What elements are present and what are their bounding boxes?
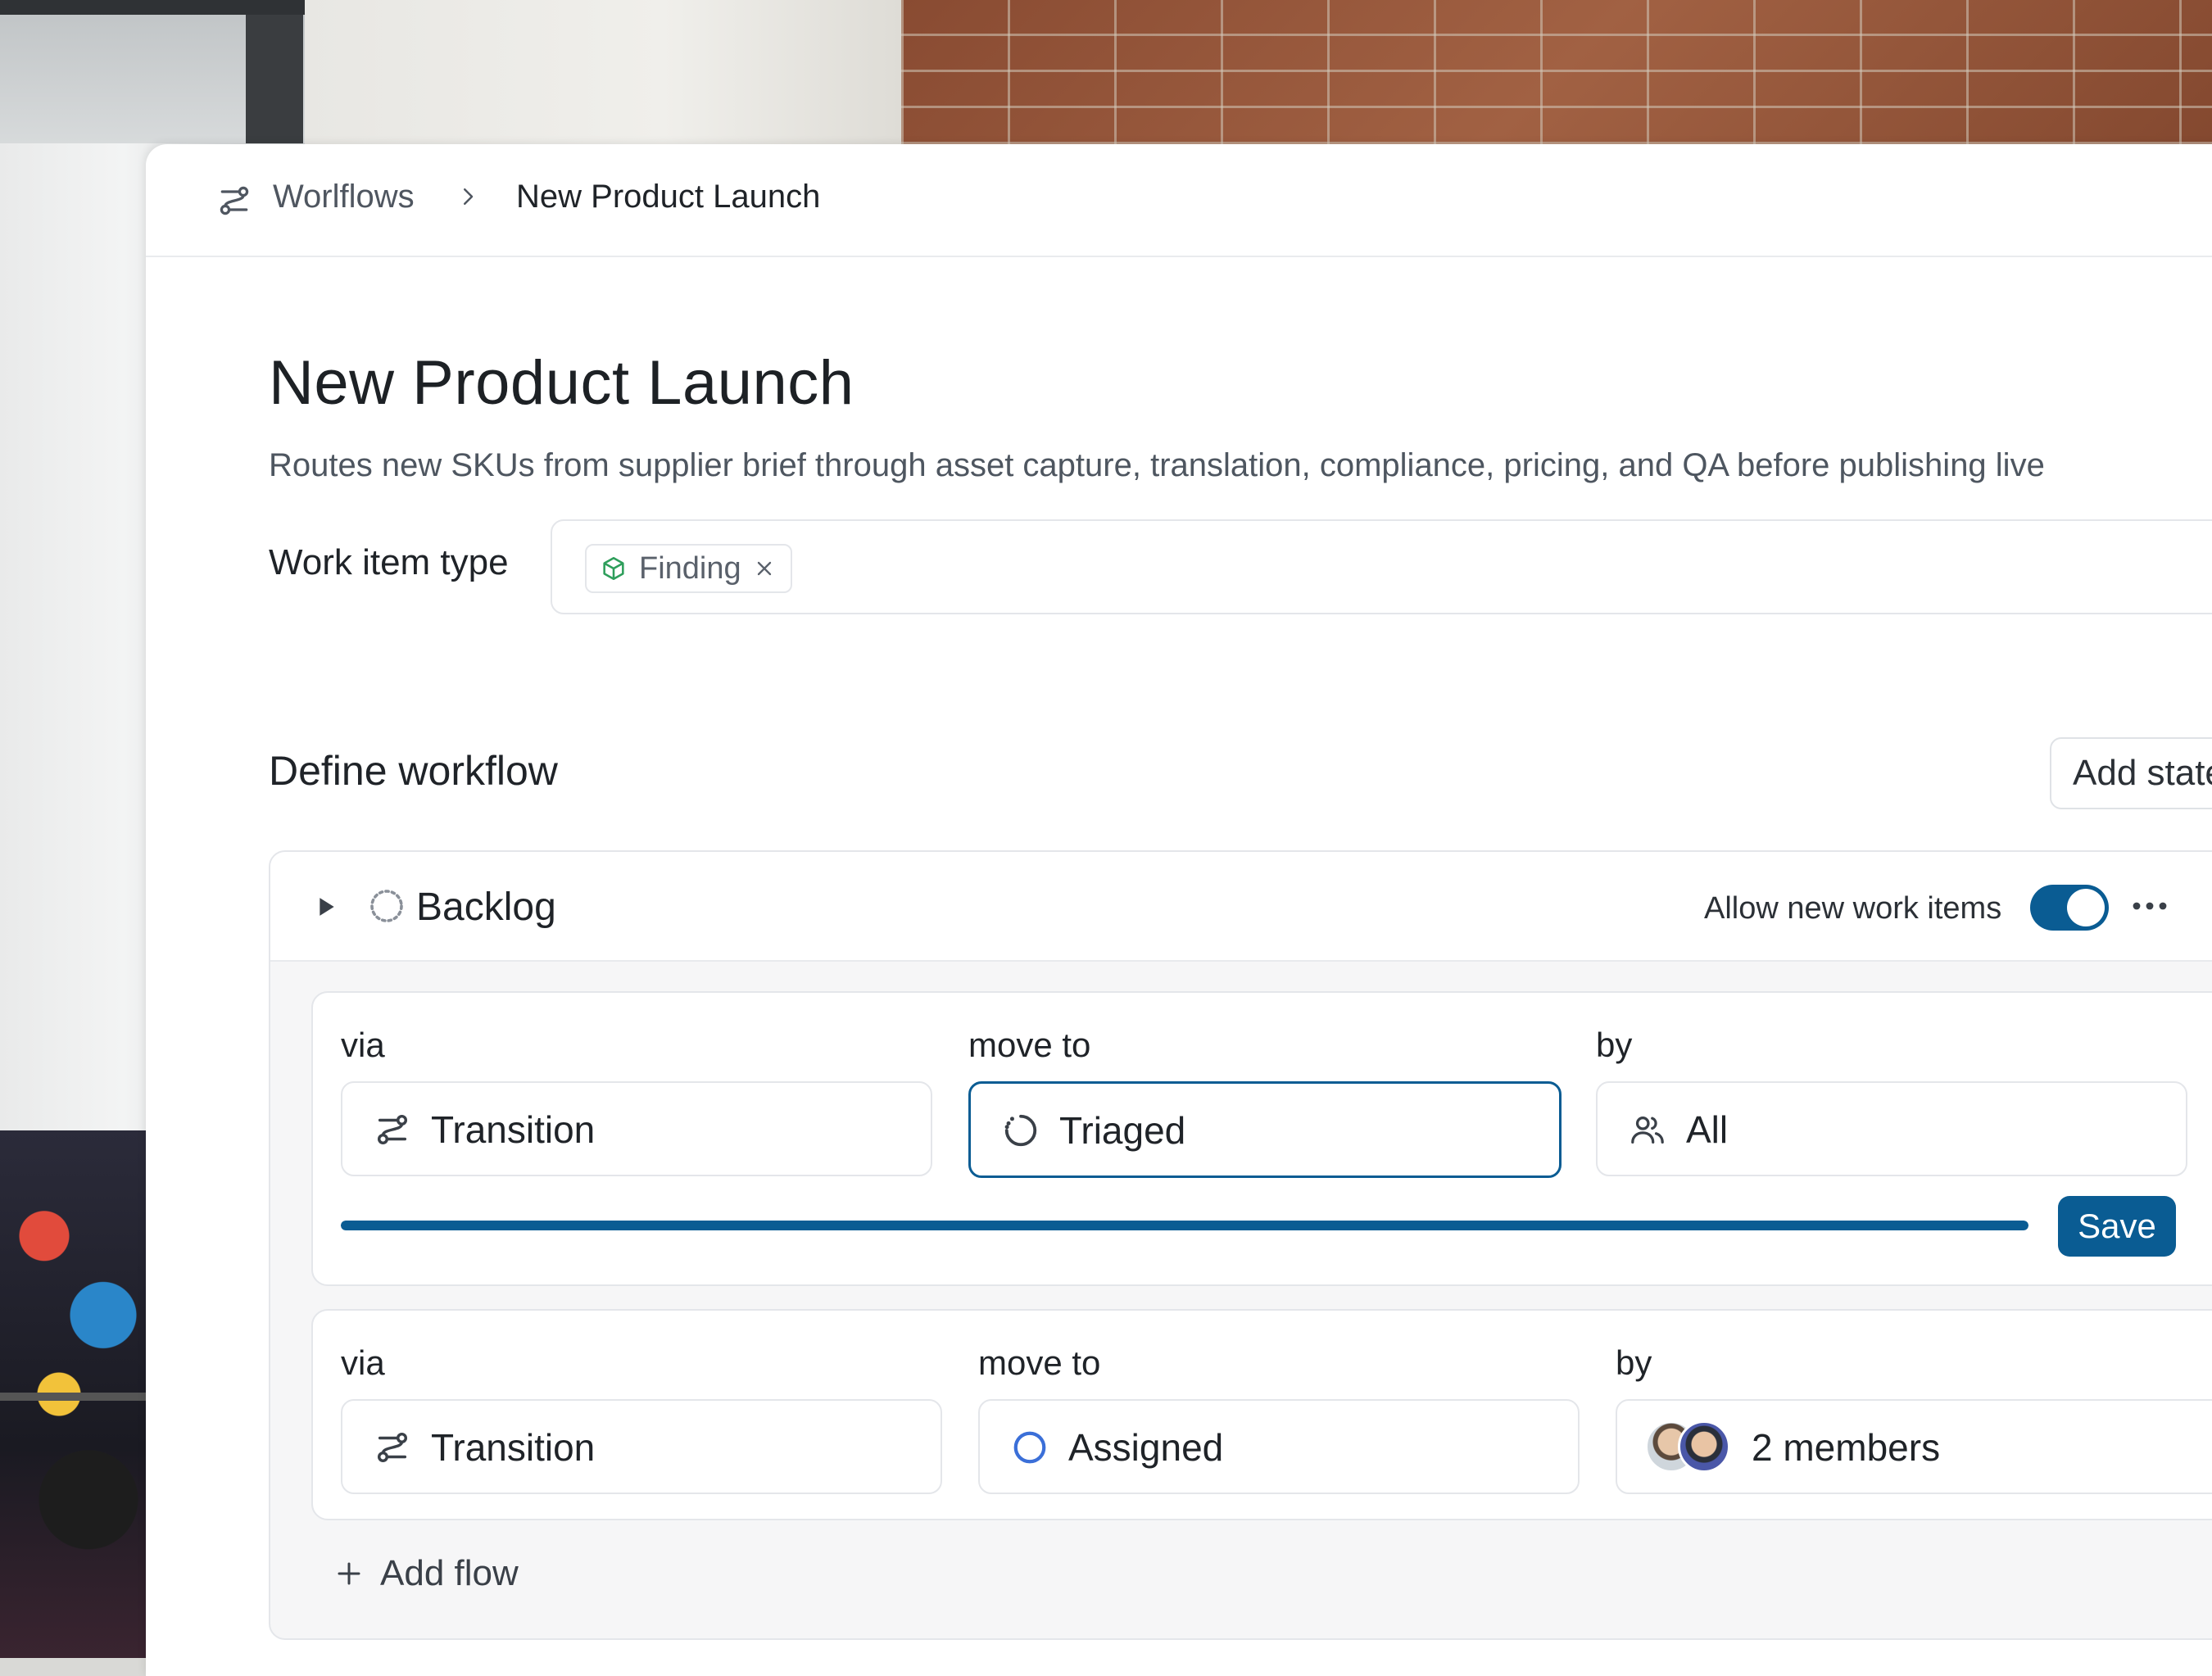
add-state-button[interactable]: Add state	[2050, 737, 2212, 809]
background-window-top	[0, 0, 305, 15]
via-select[interactable]: Transition	[341, 1399, 942, 1494]
dashed-circle-icon	[370, 890, 403, 922]
via-label: via	[341, 1343, 385, 1382]
move-to-select[interactable]: Assigned	[978, 1399, 1580, 1494]
by-select[interactable]: 2 members	[1616, 1399, 2212, 1494]
via-value: Transition	[431, 1426, 596, 1469]
flow-row-editing: via move to by Transition Triaged All Sa…	[311, 991, 2212, 1286]
work-item-type-chip-label: Finding	[639, 550, 741, 586]
save-button[interactable]: Save	[2058, 1196, 2176, 1257]
plus-icon	[338, 1562, 360, 1585]
breadcrumb-current: New Product Launch	[516, 179, 821, 215]
move-to-label: move to	[968, 1026, 1091, 1064]
save-progress-fill	[341, 1221, 2028, 1230]
avatar	[1678, 1420, 1730, 1473]
via-label: via	[341, 1026, 385, 1064]
save-progress-bar	[341, 1221, 2028, 1230]
breadcrumb: Worlflows New Product Launch	[146, 144, 2212, 257]
by-label: by	[1596, 1026, 1633, 1064]
add-flow-label: Add flow	[380, 1553, 519, 1593]
by-value: All	[1686, 1108, 1729, 1151]
workflow-icon	[220, 186, 249, 215]
state-name: Backlog	[416, 886, 556, 929]
work-item-type-field[interactable]: Finding	[551, 519, 2212, 614]
member-avatars	[1645, 1420, 1735, 1473]
allow-new-work-items-toggle[interactable]	[2030, 885, 2109, 931]
caret-right-icon[interactable]	[318, 896, 336, 917]
page-title: New Product Launch	[269, 348, 854, 418]
breadcrumb-workflows-link[interactable]: Worlflows	[273, 179, 415, 215]
circle-status-icon	[1013, 1431, 1046, 1464]
flow-row: via move to by Transition Assigned 2 mem…	[311, 1309, 2212, 1520]
move-to-select[interactable]: Triaged	[968, 1081, 1562, 1178]
transition-icon	[377, 1114, 408, 1145]
triaged-status-icon	[1004, 1114, 1037, 1147]
by-value: 2 members	[1752, 1426, 1941, 1469]
state-card-backlog: Backlog Allow new work items via move to…	[269, 850, 2212, 1640]
state-card-header[interactable]: Backlog Allow new work items	[270, 852, 2212, 962]
by-label: by	[1616, 1343, 1652, 1382]
work-item-type-label: Work item type	[269, 542, 509, 582]
define-workflow-heading: Define workflow	[269, 748, 558, 794]
via-select[interactable]: Transition	[341, 1081, 932, 1176]
move-to-label: move to	[978, 1343, 1101, 1382]
by-select[interactable]: All	[1596, 1081, 2187, 1176]
work-item-type-chip[interactable]: Finding	[585, 544, 792, 593]
more-options-icon[interactable]	[2130, 890, 2169, 922]
background-brick-wall	[901, 0, 2212, 147]
transition-icon	[377, 1432, 408, 1463]
allow-new-work-items-label: Allow new work items	[1704, 891, 2002, 926]
via-value: Transition	[431, 1108, 596, 1151]
users-icon	[1631, 1116, 1664, 1144]
chevron-right-icon	[464, 188, 474, 205]
toggle-knob	[2067, 889, 2105, 926]
move-to-value: Assigned	[1068, 1426, 1224, 1469]
background-window-frame	[246, 0, 303, 143]
cube-icon	[603, 556, 624, 581]
move-to-value: Triaged	[1059, 1109, 1186, 1152]
add-flow-button[interactable]: Add flow	[334, 1553, 519, 1594]
close-icon[interactable]	[753, 557, 776, 580]
workflow-editor-panel: Worlflows New Product Launch New Product…	[146, 144, 2212, 1676]
background-rail	[0, 1393, 147, 1401]
page-description: Routes new SKUs from supplier brief thro…	[269, 447, 2045, 483]
background-pillar	[305, 0, 903, 147]
